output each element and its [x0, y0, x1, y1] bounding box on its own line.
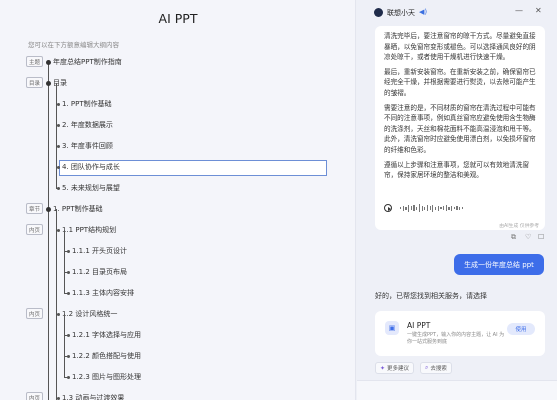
- outline-node-label: 1.2.3 图片与图形处理: [72, 373, 142, 381]
- node-bullet: [67, 291, 70, 295]
- node-bullet: [57, 228, 60, 232]
- chapter-branch-line: [56, 209, 57, 400]
- node-bullet: [67, 354, 70, 358]
- chip-label: 更多建议: [387, 366, 410, 372]
- ai-generated-note: 由AI生成 仅供参考: [499, 224, 539, 229]
- copy-icon[interactable]: ⧉: [511, 233, 516, 242]
- outline-node-label: 年度总结PPT制作指南: [53, 58, 122, 66]
- outline-node-label: 1.1.2 目录页布局: [72, 268, 128, 276]
- toc-branch-line: [56, 83, 57, 188]
- edit-hint: 您可以在下方额意编辑大纲内容: [28, 41, 119, 49]
- node-bullet: [67, 270, 70, 274]
- outline-node[interactable]: 主题 年度总结PPT制作指南: [0, 55, 355, 69]
- service-name: AI PPT: [407, 321, 431, 330]
- assistant-message-card: 清洗完毕后，要注意窗帘的晾干方式。尽量避免直接暴晒，以免窗帘变形或褪色。可以选择…: [375, 26, 545, 230]
- outline-node-label: 3. 年度事件回顾: [62, 142, 113, 150]
- outline-node[interactable]: 内页 1.2 设计风格统一: [0, 307, 355, 321]
- speaker-icon[interactable]: ◀): [419, 8, 427, 16]
- node-bullet: [67, 333, 70, 337]
- assistant-panel: 联想小天 ◀) — ✕ 清洗完毕后，要注意窗帘的晾干方式。尽量避免直接暴晒，以免…: [357, 0, 557, 400]
- chip-label: 去搜索: [430, 366, 447, 372]
- outline-node[interactable]: 1.2.3 图片与图形处理: [0, 370, 355, 384]
- node-type-tag: 内页: [26, 392, 43, 400]
- outline-node[interactable]: 1.2.2 颜色搭配与使用: [0, 349, 355, 363]
- outline-node-label: 1.3 动画与过渡效果: [62, 394, 125, 400]
- ppt-app-icon: ▣: [385, 321, 399, 335]
- outline-node-label: 1.2.1 字体选择与应用: [72, 331, 142, 339]
- message-paragraph: 清洗完毕后，要注意窗帘的晾干方式。尽量避免直接暴晒，以免窗帘变形或褪色。可以选择…: [384, 32, 536, 62]
- outline-node[interactable]: 2. 年度数据展示: [0, 118, 355, 132]
- thumbs-down-icon[interactable]: ☐: [538, 233, 544, 241]
- node-type-tag: 内页: [26, 224, 43, 235]
- node-bullet: [57, 123, 60, 127]
- outline-node-label: 4. 团队协作与成长: [62, 163, 120, 171]
- play-icon[interactable]: [384, 204, 392, 212]
- message-actions: ⧉ ♡ ☐: [357, 233, 557, 243]
- node-bullet: [57, 396, 60, 400]
- outline-node-label: 1.1.1 开头页设计: [72, 247, 128, 255]
- outline-node[interactable]: 1. PPT制作基础: [0, 97, 355, 111]
- outline-node-label: 1.1 PPT结构规划: [62, 226, 117, 234]
- message-paragraph: 遵循以上步骤和注意事项，您就可以有效地清洗窗帘，保持家居环境的整洁和美观。: [384, 160, 530, 180]
- more-suggestions-chip[interactable]: ✦ 更多建议: [375, 362, 415, 374]
- node-bullet: [57, 144, 60, 148]
- node-bullet: [46, 80, 51, 86]
- node-type-tag: 主题: [26, 56, 43, 67]
- node-bullet: [46, 206, 51, 212]
- message-paragraph: 最后，重新安装窗帘。在重新安装之前，确保窗帘已经完全干燥，并根据需要进行熨烫，以…: [384, 67, 536, 97]
- minimize-button[interactable]: —: [515, 6, 523, 15]
- search-icon: ⌕: [425, 364, 429, 371]
- outline-node-label: 1.2 设计风格统一: [62, 310, 118, 318]
- thumbs-up-icon[interactable]: ♡: [525, 233, 531, 241]
- outline-node-label: 1. PPT制作基础: [53, 205, 103, 213]
- node-bullet: [57, 102, 60, 106]
- service-description: 一键生成PPT，输入你的内容主题，让 AI 为你一站式服务到底: [407, 332, 505, 345]
- outline-panel: AI PPT 您可以在下方额意编辑大纲内容 主题 年度总结PPT制作指南目录 目录 1…: [0, 0, 356, 400]
- outline-node[interactable]: 内页 1.3 动画与过渡效果: [0, 391, 355, 400]
- subsection-branch-line: [64, 314, 65, 377]
- audio-player: [384, 204, 465, 212]
- search-chip[interactable]: ⌕ 去搜索: [420, 362, 452, 374]
- node-bullet: [46, 59, 51, 65]
- close-button[interactable]: ✕: [535, 6, 542, 15]
- node-bullet: [57, 165, 60, 169]
- outline-node[interactable]: 内页 1.1 PPT结构规划: [0, 223, 355, 237]
- outline-node[interactable]: 1.1.3 主体内容安排: [0, 286, 355, 300]
- page-title: AI PPT: [158, 11, 198, 26]
- waveform-icon: [400, 204, 465, 212]
- node-type-tag: 内页: [26, 308, 43, 319]
- outline-node-label: 1. PPT制作基础: [62, 100, 112, 108]
- outline-node[interactable]: 章节 1. PPT制作基础: [0, 202, 355, 216]
- assistant-logo-icon: [374, 8, 383, 17]
- subsection-branch-line: [64, 230, 65, 293]
- outline-node-label: 1.2.2 颜色搭配与使用: [72, 352, 142, 360]
- outline-node[interactable]: 1.1.1 开头页设计: [0, 244, 355, 258]
- outline-node[interactable]: 目录 目录: [0, 76, 355, 90]
- suggestion-chips: ✦ 更多建议 ⌕ 去搜索: [375, 362, 458, 374]
- outline-node[interactable]: 5. 未来规划与展望: [0, 181, 355, 195]
- node-bullet: [57, 312, 60, 316]
- node-type-tag: 章节: [26, 203, 43, 214]
- outline-node[interactable]: 1.1.2 目录页布局: [0, 265, 355, 279]
- chat-input-area[interactable]: [357, 380, 557, 400]
- suggestion-icon: ✦: [380, 364, 386, 372]
- outline-node[interactable]: 4. 团队协作与成长: [0, 160, 355, 174]
- ai-ppt-service-card[interactable]: ▣ AI PPT 一键生成PPT，输入你的内容主题，让 AI 为你一站式服务到底…: [375, 311, 545, 356]
- user-message-bubble: 生成一份年度总结 ppt: [454, 254, 544, 275]
- node-bullet: [67, 375, 70, 379]
- outline-node-label: 1.1.3 主体内容安排: [72, 289, 135, 297]
- message-paragraph: 需要注意的是，不同材质的窗帘在清洗过程中可能有不同的注意事项，例如真丝窗帘应避免…: [384, 103, 536, 154]
- assistant-topbar: 联想小天 ◀) — ✕: [357, 0, 557, 24]
- assistant-name: 联想小天: [387, 9, 415, 17]
- outline-node[interactable]: 3. 年度事件回顾: [0, 139, 355, 153]
- outline-node-label: 2. 年度数据展示: [62, 121, 113, 129]
- use-button[interactable]: 使用: [507, 323, 535, 335]
- outline-node-label: 5. 未来规划与展望: [62, 184, 120, 192]
- node-bullet: [67, 249, 70, 253]
- node-type-tag: 目录: [26, 77, 43, 88]
- assistant-reply-text: 好的，已帮您找到相关服务，请选择: [375, 292, 487, 300]
- node-bullet: [57, 186, 60, 190]
- outline-node[interactable]: 1.2.1 字体选择与应用: [0, 328, 355, 342]
